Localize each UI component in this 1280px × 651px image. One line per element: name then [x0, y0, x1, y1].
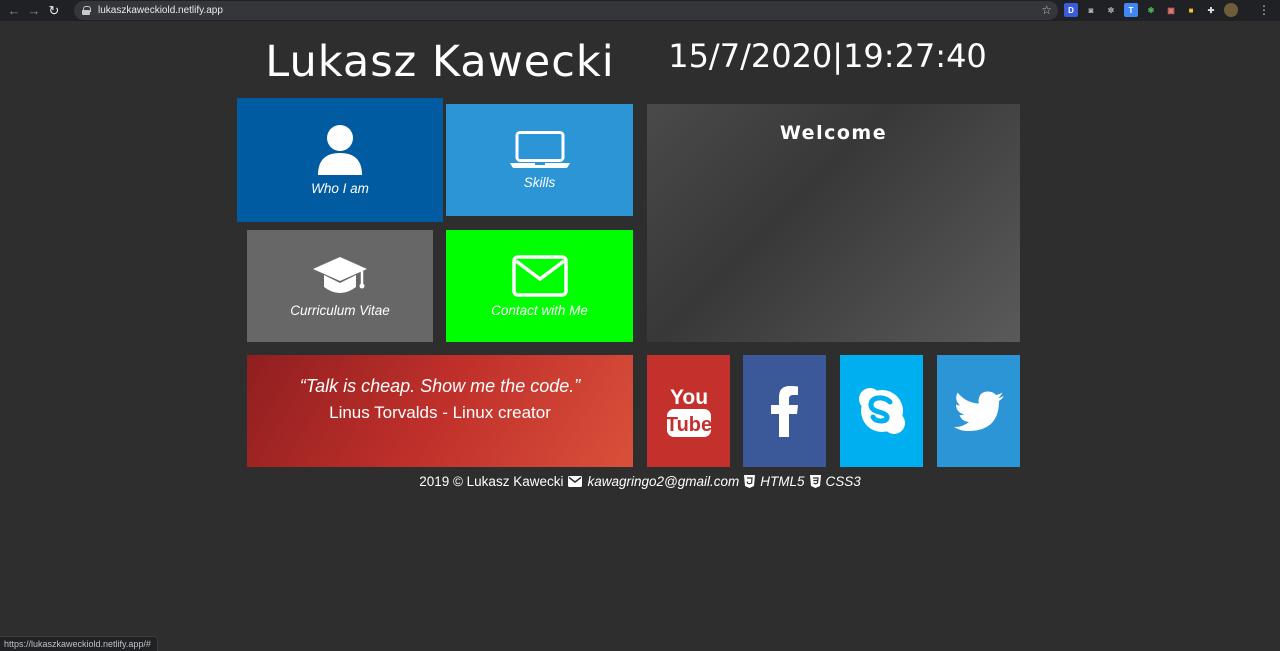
extension-tag-icon[interactable]: ■: [1184, 3, 1198, 17]
laptop-icon: [509, 130, 570, 168]
facebook-icon: [770, 386, 798, 437]
welcome-title: Welcome: [779, 122, 888, 144]
page-footer: 2019 © Lukasz Kawecki kawagringo2@gmail.…: [0, 474, 1280, 489]
extensions-bar: D ◙ ✲ T ✱ ▣ ■ ✚: [1064, 3, 1238, 17]
profile-avatar[interactable]: [1224, 3, 1238, 17]
skype-link[interactable]: [840, 355, 923, 467]
tile-contact-label: Contact with Me: [491, 302, 588, 318]
tile-cv-label: Curriculum Vitae: [290, 302, 390, 318]
status-bar-url: https://lukaszkaweckiold.netlify.app/#: [0, 636, 158, 651]
footer-html5: HTML5: [760, 474, 805, 489]
welcome-panel: Welcome: [647, 104, 1020, 342]
facebook-link[interactable]: [743, 355, 826, 467]
youtube-link[interactable]: You Tube: [647, 355, 730, 467]
footer-css3: CSS3: [825, 474, 861, 489]
svg-text:Tube: Tube: [666, 414, 712, 436]
html5-icon: [744, 475, 756, 488]
user-icon: [318, 124, 362, 175]
youtube-icon: You Tube: [666, 386, 712, 437]
tile-contact[interactable]: Contact with Me: [446, 230, 633, 342]
forward-button[interactable]: →: [24, 0, 44, 21]
address-bar[interactable]: lukaszkaweckiold.netlify.app ☆: [74, 1, 1058, 20]
twitter-link[interactable]: [937, 355, 1020, 467]
extension-window-icon[interactable]: ▣: [1164, 3, 1178, 17]
tile-who-i-am[interactable]: Who I am: [237, 98, 443, 222]
quote-author: Linus Torvalds - Linux creator: [329, 403, 551, 422]
address-url: lukaszkaweckiold.netlify.app: [98, 5, 223, 16]
tile-who-label: Who I am: [311, 180, 369, 196]
extension-d-icon[interactable]: D: [1064, 3, 1078, 17]
page-title: Lukasz Kawecki: [265, 37, 615, 87]
date-time-clock: 15/7/2020|19:27:40: [668, 37, 987, 75]
extension-bug-icon[interactable]: ✱: [1144, 3, 1158, 17]
css3-icon: [809, 475, 821, 488]
envelope-icon: [568, 476, 583, 487]
envelope-icon: [511, 254, 568, 297]
reload-button[interactable]: ↻: [44, 0, 64, 21]
skype-icon: [858, 388, 905, 434]
tile-curriculum-vitae[interactable]: Curriculum Vitae: [247, 230, 433, 342]
browser-menu-icon[interactable]: ⋮: [1258, 3, 1270, 17]
quote-panel: “Talk is cheap. Show me the code.” Linus…: [247, 355, 633, 467]
twitter-icon: [953, 391, 1004, 431]
extension-camera-icon[interactable]: ◙: [1084, 3, 1098, 17]
graduation-cap-icon: [313, 256, 367, 293]
footer-email-link[interactable]: kawagringo2@gmail.com: [587, 474, 739, 489]
back-button[interactable]: ←: [4, 0, 24, 21]
quote-text: “Talk is cheap. Show me the code.”: [299, 376, 581, 396]
extensions-puzzle-icon[interactable]: ✚: [1204, 3, 1218, 17]
tile-skills[interactable]: Skills: [446, 104, 633, 216]
extension-gear-icon[interactable]: ✲: [1104, 3, 1118, 17]
footer-copyright: 2019 © Lukasz Kawecki: [419, 474, 564, 489]
lock-icon: [82, 6, 91, 15]
browser-toolbar: ← → ↻ lukaszkaweckiold.netlify.app ☆ D ◙…: [0, 0, 1280, 21]
extension-translate-icon[interactable]: T: [1124, 3, 1138, 17]
tile-skills-label: Skills: [523, 174, 556, 190]
svg-text:You: You: [669, 386, 707, 409]
bookmark-star-icon[interactable]: ☆: [1041, 3, 1052, 17]
